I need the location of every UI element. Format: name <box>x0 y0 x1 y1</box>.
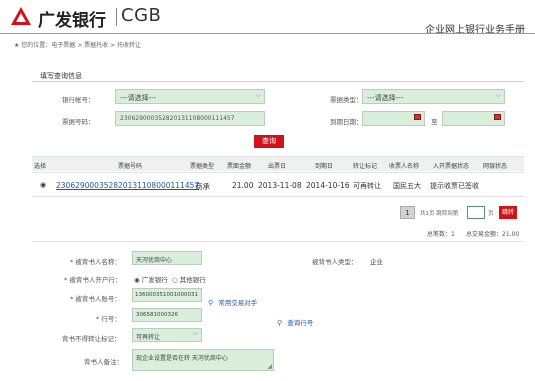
endorsee-type-value: 企业 <box>370 258 383 266</box>
chevron-down-icon: ⌵ <box>495 91 501 99</box>
row-bill-no-link[interactable]: 230629000352820131108000111457 <box>56 181 199 190</box>
col-header-issue-date: 出票日 <box>268 163 287 170</box>
breadcrumb[interactable]: ★ 您的位置：电子票据 > 票据托收 > 托收转让 <box>14 40 141 49</box>
chevron-down-icon: ⌵ <box>255 91 261 99</box>
date-range-separator: 至 <box>431 118 438 126</box>
account-select-value: ---请选择--- <box>120 94 157 102</box>
cgb-logo-icon <box>11 7 31 25</box>
common-partner-link[interactable]: ⚲ 常用交易对手 <box>208 290 257 309</box>
common-partner-link-label: 常用交易对手 <box>218 299 258 307</box>
col-header-amount: 票面金额 <box>227 163 252 170</box>
remark-label: 背书人备注： <box>84 358 123 366</box>
col-header-select: 选择 <box>34 163 47 170</box>
no-transfer-flag-value: 可再转让 <box>136 334 161 341</box>
bill-no-input-value: 230629000352820131108000111457 <box>120 115 235 122</box>
row-bill-type: 商承 <box>195 182 210 191</box>
row-status: 提示收票已签收 <box>430 182 479 190</box>
account-select[interactable]: ---请选择--- ⌵ <box>115 89 265 104</box>
row-payee: 国民五大 <box>393 182 421 190</box>
pager-current-page[interactable]: 1 <box>400 206 415 219</box>
row-amount: 21.00 <box>232 181 254 190</box>
search-icon: ⚲ <box>208 299 214 307</box>
col-header-payee: 收票人名称 <box>389 163 420 170</box>
row-select-radio[interactable]: ◉ <box>40 181 46 189</box>
endorsee-name-label: * 被背书人名称： <box>70 258 121 266</box>
due-date-end-input[interactable] <box>442 111 505 126</box>
query-bank-no-link-label: 查询行号 <box>287 319 314 327</box>
col-header-bill-no: 票据号码 <box>118 163 143 170</box>
bank-no-input[interactable]: 306581000326 <box>132 308 202 322</box>
col-header-transfer-flag: 转让标记 <box>353 163 378 170</box>
row-transfer-flag: 可再转让 <box>353 182 381 190</box>
bill-no-label: 票据号码： <box>62 118 95 126</box>
endorsee-account-label: * 被背书人账号： <box>70 295 121 303</box>
bank-option-other-radio[interactable]: ○ 其他银行 <box>172 274 206 284</box>
resize-handle-icon[interactable]: ◢ <box>267 363 272 370</box>
no-transfer-flag-label: 背书不得转让标记： <box>62 335 121 343</box>
col-header-net-status: 网银状态 <box>483 163 508 170</box>
query-section-title: 填写查询信息 <box>40 72 82 80</box>
chevron-down-icon: ⌵ <box>192 329 198 337</box>
endorsee-type-label: 被背书人类型： <box>312 258 358 266</box>
bank-logo <box>10 6 32 26</box>
pager-page-unit: 页 <box>488 211 494 217</box>
bill-no-input[interactable]: 230629000352820131108000111457 <box>115 111 265 126</box>
account-label: 银行帐号： <box>62 96 95 104</box>
summary-amount: 总交易金额：21.00 <box>466 231 520 238</box>
bank-code: CGB <box>121 5 162 26</box>
due-date-start-input[interactable] <box>362 111 425 126</box>
remark-textarea[interactable]: 现企业设置是否在转 天河优商中心 ◢ <box>132 349 274 371</box>
due-date-label: 到期日期： <box>330 118 363 126</box>
table-bottom-rule <box>32 196 524 197</box>
query-button[interactable]: 查询 <box>254 135 284 148</box>
col-header-status: 入开票据状态 <box>433 163 470 170</box>
calendar-icon[interactable] <box>494 114 501 120</box>
endorsee-account-value: 136000351001000031 <box>135 292 198 298</box>
calendar-icon[interactable] <box>414 114 421 120</box>
col-header-due-date: 到期日 <box>315 163 334 170</box>
endorsee-bank-label: * 被背书人开户行： <box>64 276 122 284</box>
row-due-date: 2014-10-16 <box>306 181 350 190</box>
remark-value: 现企业设置是否在转 天河优商中心 <box>136 355 228 362</box>
query-divider <box>32 81 524 82</box>
bank-name: 广发银行 <box>38 11 106 31</box>
bill-type-label: 票据类型： <box>330 96 363 104</box>
bank-no-value: 306581000326 <box>136 312 178 318</box>
endorsee-account-input[interactable]: 136000351001000031 <box>132 288 202 302</box>
no-transfer-flag-select[interactable]: 可再转让 ⌵ <box>132 328 202 342</box>
col-header-bill-type: 票据类型 <box>190 163 215 170</box>
bill-type-select[interactable]: ---请选择--- ⌵ <box>362 89 505 104</box>
query-bank-no-link[interactable]: ⚲ 查询行号 <box>277 310 313 329</box>
header-rule <box>0 33 535 34</box>
pager-total-text: 共1页 跳转到第 <box>420 211 459 217</box>
bank-option-cgb-radio[interactable]: ◉ 广发银行 <box>134 274 168 284</box>
pager-go-button[interactable]: 跳转 <box>499 206 517 219</box>
header-divider <box>116 8 117 26</box>
summary-count: 总笔数：1 <box>427 231 455 238</box>
search-icon: ⚲ <box>277 319 283 327</box>
pager-page-input[interactable] <box>467 206 485 219</box>
endorsee-name-input[interactable]: 天河优商中心 <box>132 251 202 265</box>
bank-no-label: * 行号： <box>96 315 121 323</box>
bill-type-select-value: ---请选择--- <box>367 94 404 102</box>
endorsee-name-value: 天河优商中心 <box>136 257 173 264</box>
row-issue-date: 2013-11-08 <box>258 181 302 190</box>
